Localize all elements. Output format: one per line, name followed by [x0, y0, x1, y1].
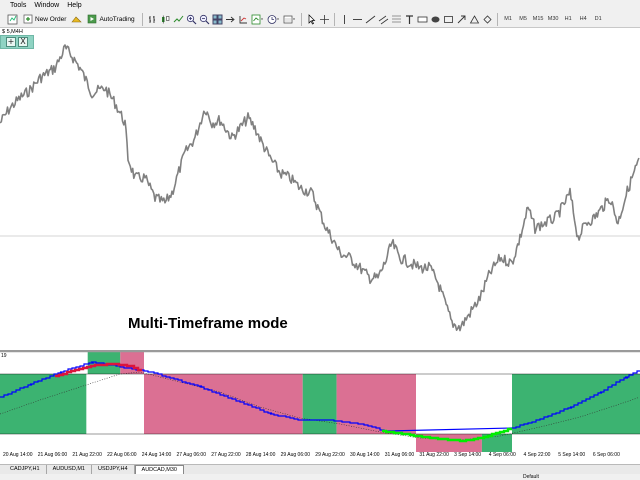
status-bar: Default	[0, 474, 640, 480]
menu-help[interactable]: Help	[65, 2, 87, 9]
trendline-icon[interactable]	[364, 12, 377, 26]
crosshair-icon[interactable]	[318, 12, 331, 26]
chart-shift-icon[interactable]	[224, 12, 237, 26]
time-axis-label: 20 Aug 14:00	[3, 452, 33, 458]
price-chart-canvas	[0, 44, 640, 332]
new-order-label: New Order	[35, 15, 67, 23]
zoom-plus-button[interactable]: +	[6, 37, 16, 47]
time-axis-label: 5 Sep 14:00	[558, 452, 586, 458]
toolbar-separator	[141, 12, 143, 26]
timeframe-d1[interactable]: D1	[591, 16, 606, 22]
indicators-icon[interactable]	[250, 12, 266, 26]
arrow-tool-icon[interactable]	[455, 12, 468, 26]
more-tools-icon[interactable]	[481, 12, 494, 26]
expert-advisor-icon[interactable]	[70, 12, 83, 26]
time-axis-label: 29 Aug 06:00	[280, 452, 311, 458]
zone-pink	[336, 374, 416, 434]
indicator-label: 19	[1, 353, 7, 359]
time-axis-label: 22 Aug 06:00	[107, 452, 137, 458]
cursor-icon[interactable]	[305, 12, 318, 26]
menu-bar: Tools Window Help	[0, 0, 640, 11]
new-chart-icon[interactable]	[6, 12, 19, 26]
time-axis-label: 28 Aug 14:00	[245, 452, 276, 458]
shapes-icon[interactable]	[429, 12, 442, 26]
zone-pink	[144, 374, 303, 434]
auto-scroll-icon[interactable]	[237, 12, 250, 26]
autotrading-button[interactable]: AutoTrading	[83, 12, 138, 26]
menu-window[interactable]: Window	[32, 2, 65, 9]
overlay-caption: Multi-Timeframe mode	[128, 315, 288, 332]
autotrading-label: AutoTrading	[99, 15, 135, 23]
time-axis-label: 31 Aug 22:00	[419, 452, 449, 458]
toolbar-separator	[333, 12, 335, 26]
zone-green	[0, 374, 87, 434]
menu-tools[interactable]: Tools	[8, 2, 32, 9]
tab-cadjpy-h1[interactable]: CADJPY,H1	[4, 465, 47, 474]
channel-icon[interactable]	[377, 12, 390, 26]
time-axis-label: 4 Sep 22:00	[523, 452, 551, 458]
candlestick-icon[interactable]	[159, 12, 172, 26]
toolbar-separator	[300, 12, 302, 26]
time-axis-label: 6 Sep 06:00	[592, 452, 620, 458]
close-x-button[interactable]: X	[18, 37, 28, 47]
zoom-controls: + X	[0, 35, 34, 49]
bar-chart-icon[interactable]	[146, 12, 159, 26]
chart-tabs: CADJPY,H1 AUDUSD,M1 USDJPY,H4 AUDCAD,M30	[0, 464, 640, 474]
tile-windows-icon[interactable]	[211, 12, 224, 26]
time-axis-label: 30 Aug 14:00	[350, 452, 380, 458]
timeframe-m5[interactable]: M5	[516, 16, 531, 22]
label-tool-icon[interactable]	[416, 12, 429, 26]
time-axis-label: 29 Aug 22:00	[315, 452, 345, 458]
indicator-canvas	[0, 351, 640, 452]
timeframe-m30[interactable]: M30	[546, 16, 561, 22]
zone-white	[416, 374, 512, 434]
templates-icon[interactable]	[282, 12, 298, 26]
time-axis-label: 21 Aug 22:00	[72, 452, 102, 458]
fibonacci-icon[interactable]	[390, 12, 403, 26]
time-axis-label: 27 Aug 22:00	[211, 452, 241, 458]
new-order-icon	[23, 14, 33, 24]
time-axis-label: 3 Sep 14:00	[454, 452, 482, 458]
line-chart-icon[interactable]	[172, 12, 185, 26]
horizontal-line-icon[interactable]	[351, 12, 364, 26]
time-axis-label: 4 Sep 06:00	[488, 452, 516, 458]
rectangle-icon[interactable]	[442, 12, 455, 26]
time-axis-label: 31 Aug 06:00	[384, 452, 415, 458]
chart-window[interactable]: $ 5,M4H + X Multi-Timeframe mode 19 20 A…	[0, 28, 640, 464]
zoom-out-icon[interactable]	[198, 12, 211, 26]
timeframe-h4[interactable]: H4	[576, 16, 591, 22]
tab-audusd-m1[interactable]: AUDUSD,M1	[47, 465, 92, 474]
periods-icon[interactable]	[266, 12, 282, 26]
autotrading-icon	[88, 14, 97, 24]
timeframe-m1[interactable]: M1	[501, 16, 516, 22]
tab-audcad-m30[interactable]: AUDCAD,M30	[134, 465, 184, 474]
toolbar-separator	[496, 12, 498, 26]
zone-green	[302, 374, 337, 434]
timeframe-m15[interactable]: M15	[531, 16, 546, 22]
time-axis-label: 27 Aug 06:00	[176, 452, 206, 458]
timeframe-h1[interactable]: H1	[561, 16, 576, 22]
tab-usdjpy-h4[interactable]: USDJPY,H4	[92, 465, 135, 474]
status-profile: Default	[523, 474, 539, 480]
price-chart[interactable]: $ 5,M4H + X Multi-Timeframe mode	[0, 28, 640, 350]
zoom-in-icon[interactable]	[185, 12, 198, 26]
text-tool-icon[interactable]	[403, 12, 416, 26]
vertical-line-icon[interactable]	[338, 12, 351, 26]
toolbar: New Order AutoTrading M1 M5 M15 M30 H1 H…	[0, 11, 640, 28]
price-series-line	[0, 44, 640, 332]
triangle-tool-icon[interactable]	[468, 12, 481, 26]
time-axis: 20 Aug 14:00 21 Aug 06:00 21 Aug 22:00 22 A…	[0, 452, 640, 462]
indicator-panel[interactable]: 19	[0, 351, 640, 462]
new-order-button[interactable]: New Order	[19, 12, 70, 26]
time-axis-label: 24 Aug 14:00	[141, 452, 172, 458]
zone-white	[86, 374, 144, 434]
time-axis-label: 21 Aug 06:00	[37, 452, 68, 458]
